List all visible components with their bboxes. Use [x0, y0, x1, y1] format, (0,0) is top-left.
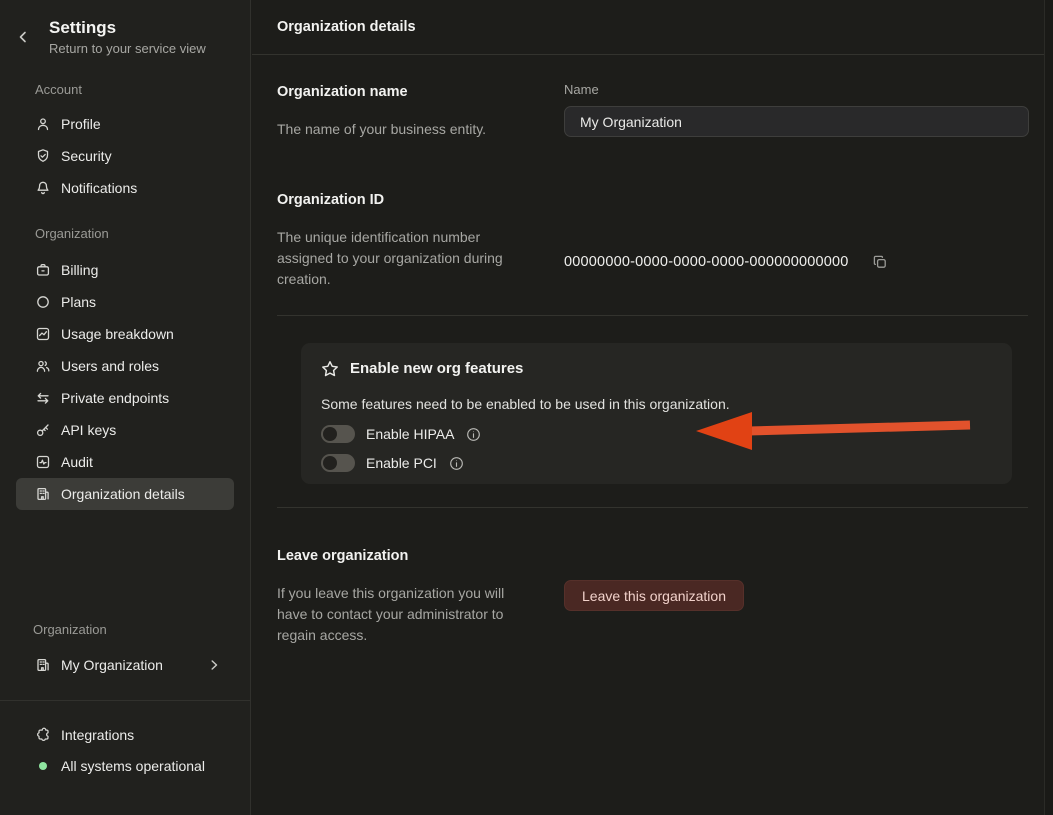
hipaa-info-icon[interactable] [466, 427, 481, 442]
org-name-description: The name of your business entity. [277, 119, 529, 140]
system-status-label: All systems operational [61, 758, 205, 774]
section-label-account: Account [35, 82, 250, 98]
org-id-description: The unique identification number assigne… [277, 227, 529, 290]
settings-sidebar: Settings Return to your service view Acc… [0, 0, 251, 815]
section-label-organization: Organization [35, 226, 250, 242]
sidebar-item-billing[interactable]: Billing [16, 254, 234, 286]
org-id-heading: Organization ID [277, 190, 529, 210]
page-title: Organization details [277, 19, 416, 35]
sidebar-title: Settings [49, 17, 236, 38]
sidebar-item-notifications[interactable]: Notifications [16, 172, 234, 204]
pci-info-icon[interactable] [449, 456, 464, 471]
org-switcher-value: My Organization [61, 657, 163, 673]
sidebar-item-label: Notifications [61, 179, 137, 197]
sidebar-item-label: Plans [61, 293, 96, 311]
features-card-description: Some features need to be enabled to be u… [321, 395, 992, 414]
sidebar-item-audit[interactable]: Audit [16, 446, 234, 478]
sidebar-subtitle: Return to your service view [49, 40, 236, 57]
integrations-link[interactable]: Integrations [0, 723, 250, 747]
section-divider [277, 315, 1028, 316]
pci-toggle-label: Enable PCI [366, 455, 437, 471]
sidebar-item-label: API keys [61, 421, 116, 439]
organization-name-section: Organization name The name of your busin… [277, 55, 1028, 140]
organization-name-input[interactable] [564, 106, 1029, 137]
sidebar-header: Settings Return to your service view [0, 0, 250, 57]
hipaa-toggle-row: Enable HIPAA [321, 425, 992, 443]
sidebar-item-plans[interactable]: Plans [16, 286, 234, 318]
sidebar-item-private-endpoints[interactable]: Private endpoints [16, 382, 234, 414]
swap-arrows-icon [35, 390, 51, 406]
chevron-right-icon [208, 659, 220, 671]
usage-chart-icon [35, 326, 51, 342]
sidebar-footer: Integrations All systems operational [0, 723, 250, 815]
puzzle-icon [35, 727, 51, 743]
organization-id-value: 00000000-0000-0000-0000-000000000000 [564, 254, 849, 270]
users-icon [35, 358, 51, 374]
status-ok-dot-icon [39, 762, 47, 770]
toggle-knob [323, 427, 337, 441]
billing-icon [35, 262, 51, 278]
sidebar-item-label: Private endpoints [61, 389, 169, 407]
sidebar-bottom: Organization My Organization Integration… [0, 622, 250, 815]
user-icon [35, 116, 51, 132]
pci-toggle-row: Enable PCI [321, 454, 992, 472]
sidebar-item-usage-breakdown[interactable]: Usage breakdown [16, 318, 234, 350]
main-panel: Organization details Organization name T… [252, 0, 1053, 815]
shield-check-icon [35, 148, 51, 164]
scrollbar-gutter[interactable] [1044, 0, 1053, 815]
org-switcher-label: Organization [33, 622, 250, 638]
chevron-left-icon [16, 30, 30, 44]
sidebar-item-api-keys[interactable]: API keys [16, 414, 234, 446]
sidebar-item-profile[interactable]: Profile [16, 108, 234, 140]
key-icon [35, 422, 51, 438]
sidebar-item-label: Security [61, 147, 112, 165]
star-icon [321, 360, 339, 378]
sidebar-item-users-and-roles[interactable]: Users and roles [16, 350, 234, 382]
building-icon [35, 657, 51, 673]
organization-id-section: Organization ID The unique identificatio… [277, 190, 1028, 290]
sidebar-item-security[interactable]: Security [16, 140, 234, 172]
sidebar-item-label: Users and roles [61, 357, 159, 375]
back-button[interactable] [16, 26, 38, 48]
toggle-knob [323, 456, 337, 470]
features-card-title: Enable new org features [350, 359, 523, 379]
page-header: Organization details [252, 0, 1053, 55]
leave-organization-button[interactable]: Leave this organization [564, 580, 744, 611]
circle-icon [35, 294, 51, 310]
enable-hipaa-toggle[interactable] [321, 425, 355, 443]
integrations-label: Integrations [61, 727, 134, 743]
building-icon [35, 486, 51, 502]
system-status-link[interactable]: All systems operational [0, 754, 250, 778]
enable-features-card: Enable new org features Some features ne… [301, 343, 1012, 484]
copy-icon [872, 254, 888, 270]
leave-org-description: If you leave this organization you will … [277, 583, 529, 646]
bell-icon [35, 180, 51, 196]
hipaa-toggle-label: Enable HIPAA [366, 426, 454, 442]
sidebar-item-label: Audit [61, 453, 93, 471]
enable-pci-toggle[interactable] [321, 454, 355, 472]
org-name-heading: Organization name [277, 82, 529, 102]
leave-organization-section: Leave organization If you leave this org… [277, 508, 1028, 646]
sidebar-item-label: Organization details [61, 485, 185, 503]
sidebar-item-label: Profile [61, 115, 101, 133]
sidebar-item-organization-details[interactable]: Organization details [16, 478, 234, 510]
leave-org-heading: Leave organization [277, 546, 529, 566]
sidebar-footer-divider [0, 700, 250, 701]
sidebar-item-label: Billing [61, 261, 98, 279]
sidebar-item-label: Usage breakdown [61, 325, 174, 343]
copy-org-id-button[interactable] [870, 252, 890, 272]
name-field-label: Name [564, 82, 1029, 98]
org-switcher[interactable]: My Organization [16, 650, 234, 680]
audit-icon [35, 454, 51, 470]
